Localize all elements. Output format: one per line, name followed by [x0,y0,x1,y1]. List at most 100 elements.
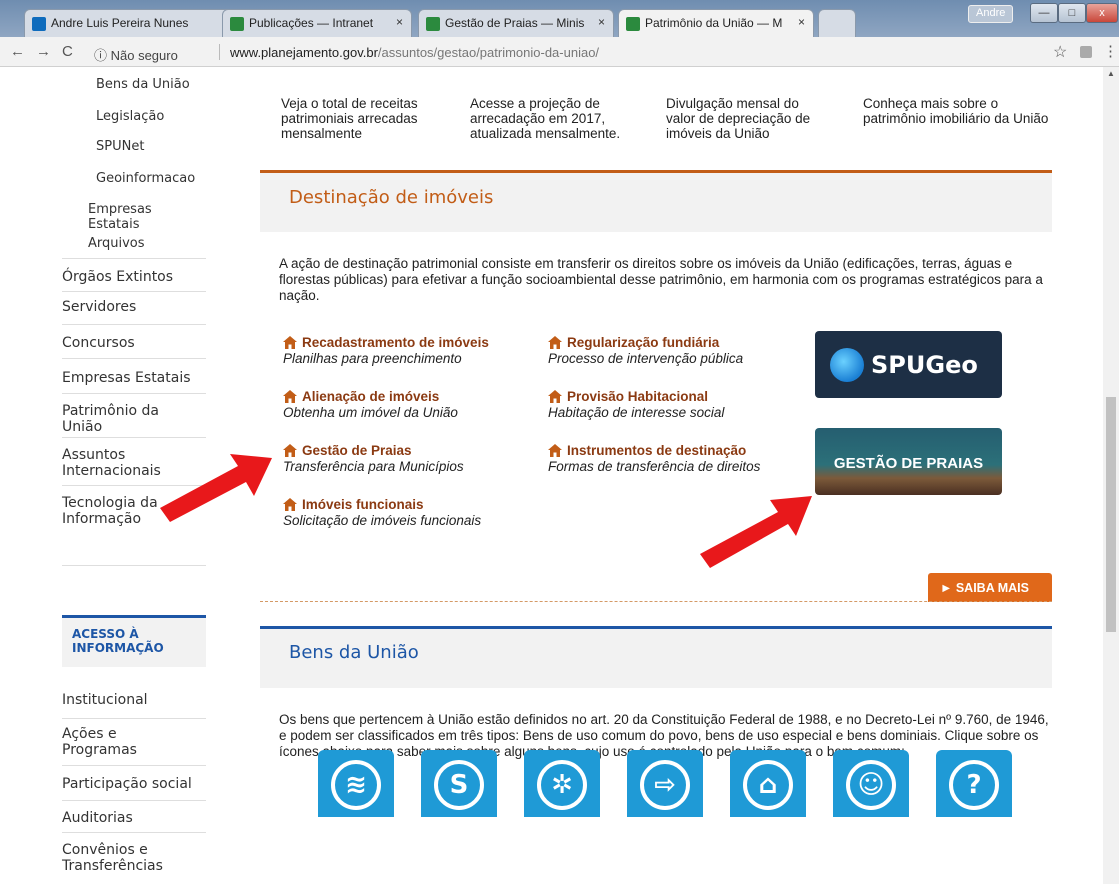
annotation-arrow-left [160,454,272,522]
sidebar-item-label: Empresas Estatais [62,370,191,386]
link-desc: Planilhas para preenchimento [283,351,462,366]
tab-close-icon[interactable]: × [798,15,805,29]
house-icon [548,444,562,457]
indigenous-icon[interactable]: ☺ [833,750,909,817]
coast-sign-icon[interactable]: ⇨ [627,750,703,817]
link-regularizacao[interactable]: Regularização fundiária Processo de inte… [548,335,743,367]
land-icon[interactable]: ⌂ [730,750,806,817]
tab-strip: Andre Luis Pereira Nunes × Publicações —… [0,0,1119,37]
top-blurb-patrimonio[interactable]: Conheça mais sobre o patrimônio imobiliá… [863,96,1053,126]
gestao-praias-banner[interactable]: GESTÃO DE PRAIAS [815,428,1002,495]
spugeo-banner[interactable]: SPUGeo [815,331,1002,398]
top-blurb-depreciacao[interactable]: Divulgação mensal do valor de depreciaçã… [666,96,831,141]
link-desc: Processo de intervenção pública [548,351,744,366]
top-blurb-receitas[interactable]: Veja o total de receitas patrimoniais ar… [281,96,446,141]
bookmark-star-icon[interactable]: ☆ [1053,42,1067,62]
link-desc: Solicitação de imóveis funcionais [283,513,482,528]
close-window-button[interactable]: x [1086,3,1118,23]
sidebar-item-servidores[interactable]: Servidores [62,292,206,325]
sidebar-item-bens-da-uniao[interactable]: Bens da União [62,67,206,100]
link-title: Imóveis funcionais [302,497,424,512]
destinacao-header: Destinação de imóveis [260,170,1052,232]
tab-praias[interactable]: Gestão de Praias — Minis × [418,9,614,37]
house-icon [283,390,297,403]
profile-button[interactable]: Andre [968,5,1014,23]
sidebar-item-geoinformacao[interactable]: Geoinformacao [62,162,206,194]
scrollbar-thumb[interactable] [1106,397,1116,632]
sidebar-item-arquivos[interactable]: Arquivos [62,226,206,259]
sidebar-item-label: Assuntos Internacionais [62,447,161,479]
sidebar-item-empresas-estatais-sub[interactable]: Empresas Estatais [62,194,206,232]
security-indicator[interactable]: ⓘ Não seguro [94,45,178,64]
ring: ? [949,760,999,810]
sidebar-item-spunet[interactable]: SPUNet [62,132,206,162]
house-icon [548,336,562,349]
spugeo-label: SPUGeo [871,351,978,379]
play-icon [626,17,640,31]
url-path: /assuntos/gestao/patrimonio-da-uniao/ [377,45,600,60]
sidebar-item-label: Patrimônio da União [62,403,159,435]
sidebar-item-label: Concursos [62,335,135,351]
sidebar-item-orgaos-extintos[interactable]: Órgãos Extintos [62,259,206,292]
link-desc: Formas de transferência de direitos [548,459,761,474]
browser-menu-icon[interactable]: ⋮ [1103,42,1118,60]
house-icon [548,390,562,403]
tab-label: Publicações — Intranet [249,16,374,30]
new-tab-button[interactable] [818,9,856,37]
url-host: www.planejamento.gov.br [230,45,378,60]
link-title: Regularização fundiária [567,335,720,350]
scroll-up-icon[interactable]: ▲ [1107,69,1115,78]
forward-icon[interactable]: → [36,43,51,60]
minimize-button[interactable]: — [1030,3,1058,23]
link-imoveis-funcionais[interactable]: Imóveis funcionais Solicitação de imóvei… [283,497,481,529]
address-toolbar: ← → C ⓘ Não seguro www.planejamento.gov.… [0,37,1119,67]
page-scrollbar[interactable]: ▲ [1103,67,1119,884]
link-gestao-praias[interactable]: Gestão de Praias Transferência para Muni… [283,443,464,475]
sidebar-item-label: Ações e Programas [62,726,137,758]
tab-close-icon[interactable]: × [598,15,605,29]
acesso-informacao-header: ACESSO À INFORMAÇÃO [62,615,206,667]
tab-outlook[interactable]: Andre Luis Pereira Nunes × [24,9,238,37]
extension-icon[interactable] [1080,46,1092,58]
back-icon[interactable]: ← [10,43,25,60]
saiba-mais-button[interactable]: ► SAIBA MAIS [928,573,1052,602]
link-provisao[interactable]: Provisão Habitacional Habitação de inter… [548,389,724,421]
sidebar-item-empresas-estatais[interactable]: Empresas Estatais [62,359,206,394]
link-title: Alienação de imóveis [302,389,440,404]
sidebar-item-institucional[interactable]: Institucional [62,685,206,719]
house-icon [283,498,297,511]
question-icon[interactable]: ? [936,750,1012,817]
sidebar-item-acoes-programas[interactable]: Ações e Programas [62,719,206,766]
link-desc: Habitação de interesse social [548,405,725,420]
link-alienacao[interactable]: Alienação de imóveis Obtenha um imóvel d… [283,389,458,421]
sidebar-item-patrimonio[interactable]: Patrimônio da União [62,394,206,438]
sidebar-item-concursos[interactable]: Concursos [62,325,206,359]
tab-intranet[interactable]: Publicações — Intranet × [222,9,412,37]
link-instrumentos[interactable]: Instrumentos de destinação Formas de tra… [548,443,760,475]
reload-icon[interactable]: C [62,43,73,60]
sidebar-item-legislacao[interactable]: Legislação [62,100,206,132]
top-blurb-projecao[interactable]: Acesse a projeção de arrecadação em 2017… [470,96,645,141]
sidebar-item-convenios[interactable]: Convênios e Transferências [62,833,206,883]
sidebar-item-label: Convênios e Transferências [62,842,163,874]
link-desc: Obtenha um imóvel da União [283,405,458,420]
sidebar-item-label: Participação social [62,776,192,792]
ring: ✲ [537,760,587,810]
url-field[interactable]: www.planejamento.gov.br/assuntos/gestao/… [230,45,599,60]
link-recadastramento[interactable]: Recadastramento de imóveis Planilhas par… [283,335,489,367]
sidebar-item-label: Legislação [96,109,165,124]
river-icon[interactable]: S [421,750,497,817]
bens-header: Bens da União [260,626,1052,688]
tab-patrimonio[interactable]: Patrimônio da União — M × [618,9,814,37]
island-icon[interactable]: ✲ [524,750,600,817]
tab-close-icon[interactable]: × [396,15,403,29]
sidebar-item-auditorias[interactable]: Auditorias [62,801,206,833]
maximize-button[interactable]: □ [1058,3,1086,23]
water-icon[interactable]: ≋ [318,750,394,817]
ring: S [434,760,484,810]
play-icon [230,17,244,31]
sidebar-item-participacao-social[interactable]: Participação social [62,766,206,801]
sidebar-item-label: Bens da União [96,77,190,92]
house-icon [283,336,297,349]
sidebar-item-label: Arquivos [88,236,145,251]
